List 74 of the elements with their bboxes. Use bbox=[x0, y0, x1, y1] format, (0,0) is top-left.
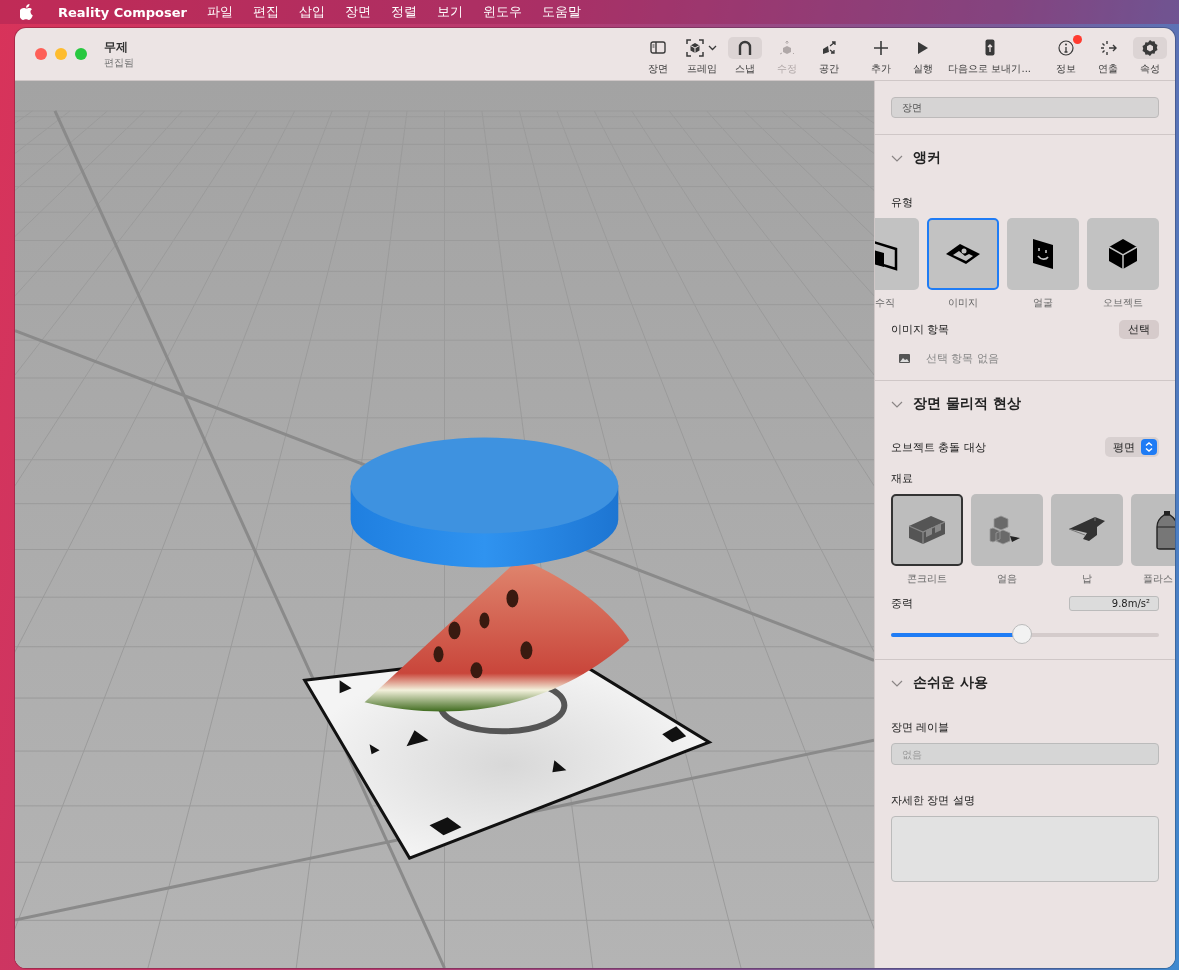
chevron-icon[interactable] bbox=[891, 679, 903, 687]
material-tile[interactable] bbox=[1051, 494, 1123, 566]
close-button[interactable] bbox=[35, 48, 47, 60]
face-card-icon bbox=[1032, 238, 1054, 270]
tile-label: 납 bbox=[1082, 572, 1092, 586]
gear-cube-icon bbox=[1141, 38, 1159, 57]
tile-label: 얼굴 bbox=[1033, 296, 1053, 310]
anchor-type-tile[interactable] bbox=[927, 218, 999, 290]
tile-label: 콘크리트 bbox=[907, 572, 947, 586]
cube-arrows-icon bbox=[779, 39, 796, 56]
scene-name-field[interactable]: 장면 bbox=[891, 97, 1159, 118]
collide-label: 오브젝트 충돌 대상 bbox=[891, 439, 986, 455]
no-selection-text: 선택 항목 없음 bbox=[926, 351, 999, 366]
menu-item[interactable]: 정렬 bbox=[390, 3, 417, 21]
caret-icon bbox=[708, 44, 718, 51]
plus-icon bbox=[874, 40, 889, 55]
window-subtitle: 편집됨 bbox=[104, 55, 134, 70]
menu-item[interactable]: 도움말 bbox=[541, 3, 581, 21]
tile-label: 얼음 bbox=[997, 572, 1017, 586]
bottle-icon bbox=[1156, 510, 1175, 550]
concrete-block-icon bbox=[907, 514, 947, 546]
menu-item[interactable]: 장면 bbox=[344, 3, 371, 21]
magnet-icon bbox=[738, 39, 753, 56]
description-field[interactable] bbox=[891, 816, 1159, 882]
gravity-slider[interactable] bbox=[891, 625, 1159, 645]
dashed-arrow-icon bbox=[1099, 39, 1117, 56]
menu-item[interactable]: 삽입 bbox=[298, 3, 325, 21]
image-icon bbox=[899, 354, 910, 363]
chevron-icon[interactable] bbox=[891, 154, 903, 162]
window-title: 무제 bbox=[104, 38, 129, 56]
section-title: 장면 물리적 현상 bbox=[913, 395, 1021, 413]
choose-button[interactable]: 선택 bbox=[1119, 320, 1159, 339]
tile-label: 플라스 bbox=[1143, 572, 1173, 586]
toolbar-button[interactable]: 다음으로 보내기... bbox=[946, 36, 1033, 76]
cube-icon bbox=[1108, 238, 1138, 270]
menu-item[interactable]: 편집 bbox=[252, 3, 279, 21]
section-title: 손쉬운 사용 bbox=[913, 674, 988, 692]
material-tile[interactable] bbox=[971, 494, 1043, 566]
chevron-icon[interactable] bbox=[891, 400, 903, 408]
material-tile[interactable] bbox=[891, 494, 963, 566]
type-label: 유형 bbox=[891, 195, 914, 210]
info-icon bbox=[1058, 39, 1074, 56]
menu-item[interactable]: 윈도우 bbox=[482, 3, 522, 21]
apple-logo-icon[interactable] bbox=[20, 4, 34, 20]
play-icon bbox=[917, 40, 930, 55]
toolbar-button[interactable]: 실행 bbox=[904, 36, 943, 76]
axes-icon bbox=[821, 39, 838, 56]
toolbar-button[interactable]: 장면 bbox=[639, 36, 678, 76]
toolbar-button[interactable]: 연출 bbox=[1089, 36, 1127, 76]
up-down-chevron-icon bbox=[1141, 439, 1157, 455]
toolbar-button[interactable]: 정보 bbox=[1047, 36, 1085, 76]
toolbar-button[interactable]: 프레임 bbox=[681, 36, 723, 76]
collide-popup-button[interactable]: 평면 bbox=[1105, 437, 1159, 457]
toolbar-button[interactable]: 추가 bbox=[862, 36, 901, 76]
anchor-type-tile[interactable] bbox=[1007, 218, 1079, 290]
gravity-label: 중력 bbox=[891, 596, 913, 611]
menu-item[interactable]: 파일 bbox=[206, 3, 233, 21]
section-title: 앵커 bbox=[913, 149, 941, 167]
scene-label-label: 장면 레이블 bbox=[891, 720, 951, 735]
menu-item[interactable]: 보기 bbox=[436, 3, 463, 21]
material-label: 재료 bbox=[891, 471, 914, 486]
anchor-type-tile[interactable] bbox=[1087, 218, 1159, 290]
image-card-icon bbox=[945, 242, 981, 266]
tile-label: 이미지 bbox=[948, 296, 978, 310]
description-label: 자세한 장면 설명 bbox=[891, 793, 976, 808]
tile-label: 수직 bbox=[875, 296, 895, 310]
tile-label: 오브젝트 bbox=[1103, 296, 1143, 310]
sidebar-icon bbox=[650, 41, 667, 54]
slider-thumb[interactable] bbox=[1012, 624, 1033, 644]
toolbar-button[interactable]: 공간 bbox=[810, 36, 849, 76]
app-menu[interactable]: Reality Composer bbox=[58, 4, 187, 20]
gravity-value-field[interactable]: 9.8m/s² bbox=[1069, 596, 1159, 611]
framed-cube-icon bbox=[686, 38, 705, 57]
image-item-label: 이미지 항목 bbox=[891, 322, 950, 337]
